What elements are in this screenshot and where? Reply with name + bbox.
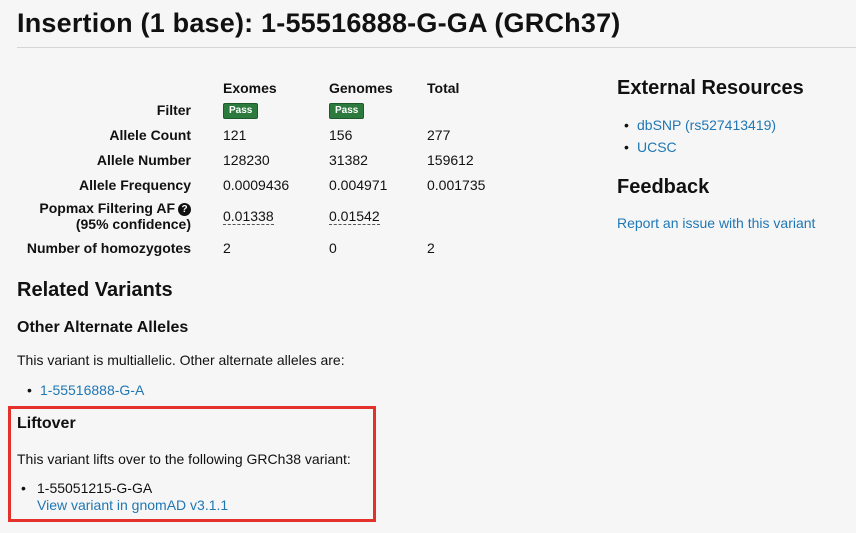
ucsc-link[interactable]: UCSC <box>637 139 677 155</box>
popmax-genomes[interactable]: 0.01542 <box>329 208 380 225</box>
row-label-allele-count: Allele Count <box>109 126 191 143</box>
feedback-heading: Feedback <box>617 176 710 198</box>
report-issue-link[interactable]: Report an issue with this variant <box>617 215 815 231</box>
row-label-filter: Filter <box>156 101 191 118</box>
question-circle-icon[interactable]: ? <box>178 203 191 216</box>
liftover-variant-id: 1-55051215-G-GA <box>37 480 153 496</box>
allele-count-exomes: 121 <box>223 126 247 143</box>
allele-number-exomes: 128230 <box>223 151 270 168</box>
related-variants-heading: Related Variants <box>17 279 173 301</box>
other-alleles-text: This variant is multiallelic. Other alte… <box>17 352 345 368</box>
table-row: Allele Frequency 0.0009436 0.004971 0.00… <box>17 172 507 197</box>
table-row: Allele Number 128230 31382 159612 <box>17 147 507 172</box>
list-item: • 1-55516888-G-A <box>27 382 145 398</box>
homozygotes-exomes: 2 <box>223 239 231 256</box>
homozygotes-genomes: 0 <box>329 239 337 256</box>
allele-link[interactable]: 1-55516888-G-A <box>40 382 144 398</box>
column-header-genomes: Genomes <box>329 79 393 96</box>
allele-number-genomes: 31382 <box>329 151 368 168</box>
popmax-exomes[interactable]: 0.01338 <box>223 208 274 225</box>
external-resources-list: • dbSNP (rs527413419) • UCSC <box>617 114 776 158</box>
table-row: Allele Count 121 156 277 <box>17 122 507 147</box>
pass-badge-exomes: Pass <box>223 103 259 119</box>
list-item: • UCSC <box>624 139 677 155</box>
dbsnp-link[interactable]: dbSNP (rs527413419) <box>637 117 776 133</box>
liftover-text: This variant lifts over to the following… <box>17 451 351 467</box>
list-item: • dbSNP (rs527413419) <box>624 117 777 133</box>
other-alleles-list: • 1-55516888-G-A <box>20 379 144 401</box>
title-divider <box>17 47 856 48</box>
column-header-total: Total <box>427 79 460 96</box>
allele-frequency-genomes: 0.004971 <box>329 176 388 193</box>
liftover-heading: Liftover <box>17 415 76 432</box>
allele-count-genomes: 156 <box>329 126 353 143</box>
row-label-popmax: Popmax Filtering AF? (95% confidence) <box>39 200 191 232</box>
liftover-variant-item: • 1-55051215-G-GA View variant in gnomAD… <box>21 480 229 513</box>
column-header-exomes: Exomes <box>223 79 277 96</box>
allele-frequency-exomes: 0.0009436 <box>223 176 290 193</box>
pass-badge-genomes: Pass <box>329 103 365 119</box>
homozygotes-total: 2 <box>427 239 435 256</box>
allele-number-total: 159612 <box>427 151 474 168</box>
view-variant-link[interactable]: View variant in gnomAD v3.1.1 <box>37 497 228 513</box>
table-row: Number of homozygotes 2 0 2 <box>17 235 507 260</box>
row-label-allele-number: Allele Number <box>96 151 191 168</box>
row-label-homozygotes: Number of homozygotes <box>26 239 191 256</box>
other-alleles-heading: Other Alternate Alleles <box>17 319 189 336</box>
page-title: Insertion (1 base): 1-55516888-G-GA (GRC… <box>17 8 621 38</box>
row-label-allele-frequency: Allele Frequency <box>78 176 191 193</box>
external-resources-heading: External Resources <box>617 77 804 99</box>
allele-count-total: 277 <box>427 126 451 143</box>
table-row: Popmax Filtering AF? (95% confidence) 0.… <box>17 197 507 235</box>
frequency-table: Exomes Genomes Total Filter Pass Pass Al… <box>17 78 507 260</box>
allele-frequency-total: 0.001735 <box>427 176 486 193</box>
